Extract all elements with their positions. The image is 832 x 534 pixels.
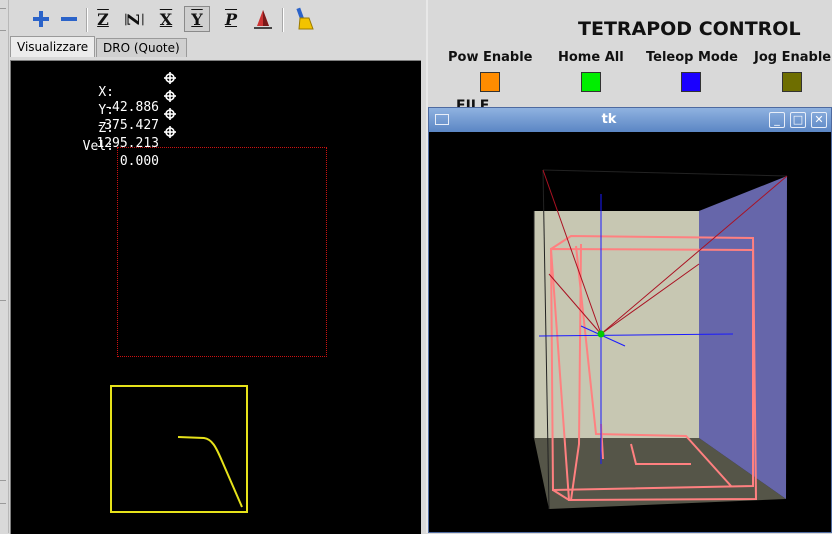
teleop-mode-label: Teleop Mode [646,50,738,65]
view-z-rotated-icon: Z [123,13,143,25]
zoom-out-icon [61,17,77,21]
view-z-icon: Z [97,9,109,29]
tab-label: Visualizzare [17,40,89,54]
close-icon[interactable]: ✕ [811,112,827,128]
axis-gui-pane: Z Z X Y P Visualizzare DRO (Quote) X: -4… [0,0,426,534]
view-p-button[interactable]: P [218,6,244,32]
pow-enable-led[interactable] [480,72,500,92]
view-tabs: Visualizzare DRO (Quote) [8,36,426,58]
view-p-icon: P [224,9,238,29]
tk-titlebar[interactable]: tk _ □ ✕ [429,108,831,132]
left-edge-bar [0,0,9,533]
view-x-icon: X [159,9,173,29]
toolpath-preview [177,436,243,508]
joint-homed-icon [164,108,176,120]
dro-label: Vel: [82,139,114,154]
view-z-rotated-button[interactable]: Z [120,6,146,32]
view-y-icon: Y [191,9,203,29]
home-all-led[interactable] [581,72,601,92]
zoom-in-button[interactable] [28,6,54,32]
dro-row-vel: Vel: 0.000 [11,124,176,169]
view-y-button[interactable]: Y [184,6,210,32]
dro-row-x: X: -42.886 [11,70,176,115]
tab-label: DRO (Quote) [103,41,180,55]
maximize-icon[interactable]: □ [790,112,806,128]
home-all-label: Home All [558,50,624,65]
view-toolbar: Z Z X Y P [10,4,424,34]
jog-enable-label: Jog Enable [754,50,832,65]
panel-title: TETRAPOD CONTROL [578,18,801,40]
dro-row-y: Y: -375.427 [11,88,176,133]
view-x-button[interactable]: X [153,6,179,32]
program-extents-box [110,385,248,513]
clear-plot-button[interactable] [292,6,318,32]
dro-label: Z: [98,121,114,136]
dro-label: X: [98,85,114,100]
tetrapod-3d-view[interactable] [431,134,831,534]
machine-limits-box [117,147,327,357]
minimize-icon[interactable]: _ [769,112,785,128]
joint-homed-icon [164,126,176,138]
preview-canvas[interactable]: X: -42.886 Y: -375.427 Z: 1295.213 Vel: … [10,60,421,534]
view-z-button[interactable]: Z [90,6,116,32]
clear-plot-icon [296,7,314,30]
end-effector-marker [597,330,605,338]
dro-row-z: Z: 1295.213 [11,106,176,151]
tk-3d-window: tk _ □ ✕ [428,107,832,533]
zoom-out-button[interactable] [56,6,82,32]
rotate-view-button[interactable] [250,6,276,32]
tk-window-title: tk [601,112,617,127]
dro-label: Y: [98,103,114,118]
teleop-mode-led[interactable] [681,72,701,92]
tab-visualizzare[interactable]: Visualizzare [10,36,96,57]
tab-dro[interactable]: DRO (Quote) [96,38,187,57]
joint-homed-icon [164,90,176,102]
joint-homed-icon [164,72,176,84]
jog-enable-led[interactable] [782,72,802,92]
zoom-in-icon [33,11,49,27]
pow-enable-label: Pow Enable [448,50,533,65]
rotate-view-icon [254,10,272,29]
